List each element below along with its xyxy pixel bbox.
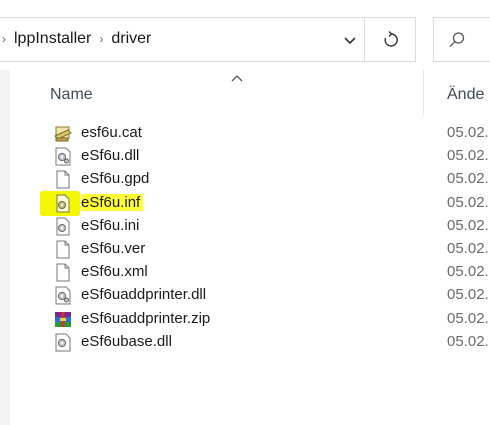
file-name: eSf6u.gpd xyxy=(81,170,150,188)
file-name: eSf6uaddprinter.zip xyxy=(81,309,211,327)
file-name: eSf6ubase.dll xyxy=(81,332,172,350)
file-name: eSf6u.xml xyxy=(81,263,148,281)
file-row[interactable]: eSf6u.dll 05.02. xyxy=(0,145,490,168)
file-list: esf6u.cat 05.02. eSf6u.dll 05.02. eSf6u.… xyxy=(0,122,490,354)
file-name: eSf6u.dll xyxy=(81,147,140,165)
file-date: 05.02. xyxy=(447,286,489,304)
file-date: 05.02. xyxy=(447,332,489,350)
file-row[interactable]: esf6u.cat 05.02. xyxy=(0,122,490,145)
breadcrumb: › lppInstaller › driver xyxy=(2,30,151,48)
search-box[interactable] xyxy=(433,17,490,62)
breadcrumb-chevron-icon: › xyxy=(2,32,6,46)
generic-file-icon xyxy=(54,240,72,259)
column-divider[interactable] xyxy=(423,70,424,115)
file-date: 05.02. xyxy=(447,216,489,234)
config-file-icon xyxy=(54,217,72,236)
breadcrumb-item-lppinstaller[interactable]: lppInstaller xyxy=(14,30,91,47)
column-header-modified[interactable]: Ände xyxy=(447,86,484,104)
refresh-icon xyxy=(384,31,398,47)
file-row[interactable]: eSf6ubase.dll 05.02. xyxy=(0,331,490,354)
catalog-file-icon xyxy=(54,124,72,143)
generic-file-icon xyxy=(54,263,72,282)
file-row[interactable]: eSf6u.ini 05.02. xyxy=(0,215,490,238)
file-name: eSf6u.inf xyxy=(81,193,144,211)
address-dropdown-chevron-icon[interactable] xyxy=(342,32,358,48)
file-row[interactable]: eSf6uaddprinter.dll 05.02. xyxy=(0,284,490,307)
file-name: eSf6uaddprinter.dll xyxy=(81,286,207,304)
file-date: 05.02. xyxy=(447,309,489,327)
sort-ascending-icon xyxy=(230,70,244,88)
zip-archive-icon xyxy=(54,310,72,329)
file-name: esf6u.cat xyxy=(81,124,142,141)
file-name: eSf6u.ini xyxy=(81,216,140,234)
file-date: 05.02. xyxy=(447,193,489,211)
search-icon xyxy=(449,32,465,47)
address-bar[interactable]: › lppInstaller › driver xyxy=(0,17,365,62)
generic-file-icon xyxy=(54,170,72,189)
dll-file-icon xyxy=(54,333,72,352)
breadcrumb-separator-icon: › xyxy=(99,32,104,46)
file-date: 05.02. xyxy=(447,263,489,281)
file-name: eSf6u.ver xyxy=(81,239,146,257)
column-header-name[interactable]: Name xyxy=(50,86,93,104)
file-date: 05.02. xyxy=(447,124,489,141)
file-row[interactable]: eSf6uaddprinter.zip 05.02. xyxy=(0,308,490,331)
file-date: 05.02. xyxy=(447,170,489,188)
file-row[interactable]: eSf6u.ver 05.02. xyxy=(0,238,490,261)
dll-file-icon xyxy=(54,286,72,305)
setup-info-file-icon xyxy=(54,194,72,213)
file-row-highlighted[interactable]: eSf6u.inf 05.02. xyxy=(0,190,490,216)
file-date: 05.02. xyxy=(447,147,489,165)
file-row[interactable]: eSf6u.xml 05.02. xyxy=(0,261,490,284)
file-date: 05.02. xyxy=(447,239,489,257)
breadcrumb-item-driver[interactable]: driver xyxy=(111,30,151,47)
dll-file-icon xyxy=(54,147,72,166)
file-row[interactable]: eSf6u.gpd 05.02. xyxy=(0,168,490,191)
refresh-button[interactable] xyxy=(364,17,416,62)
